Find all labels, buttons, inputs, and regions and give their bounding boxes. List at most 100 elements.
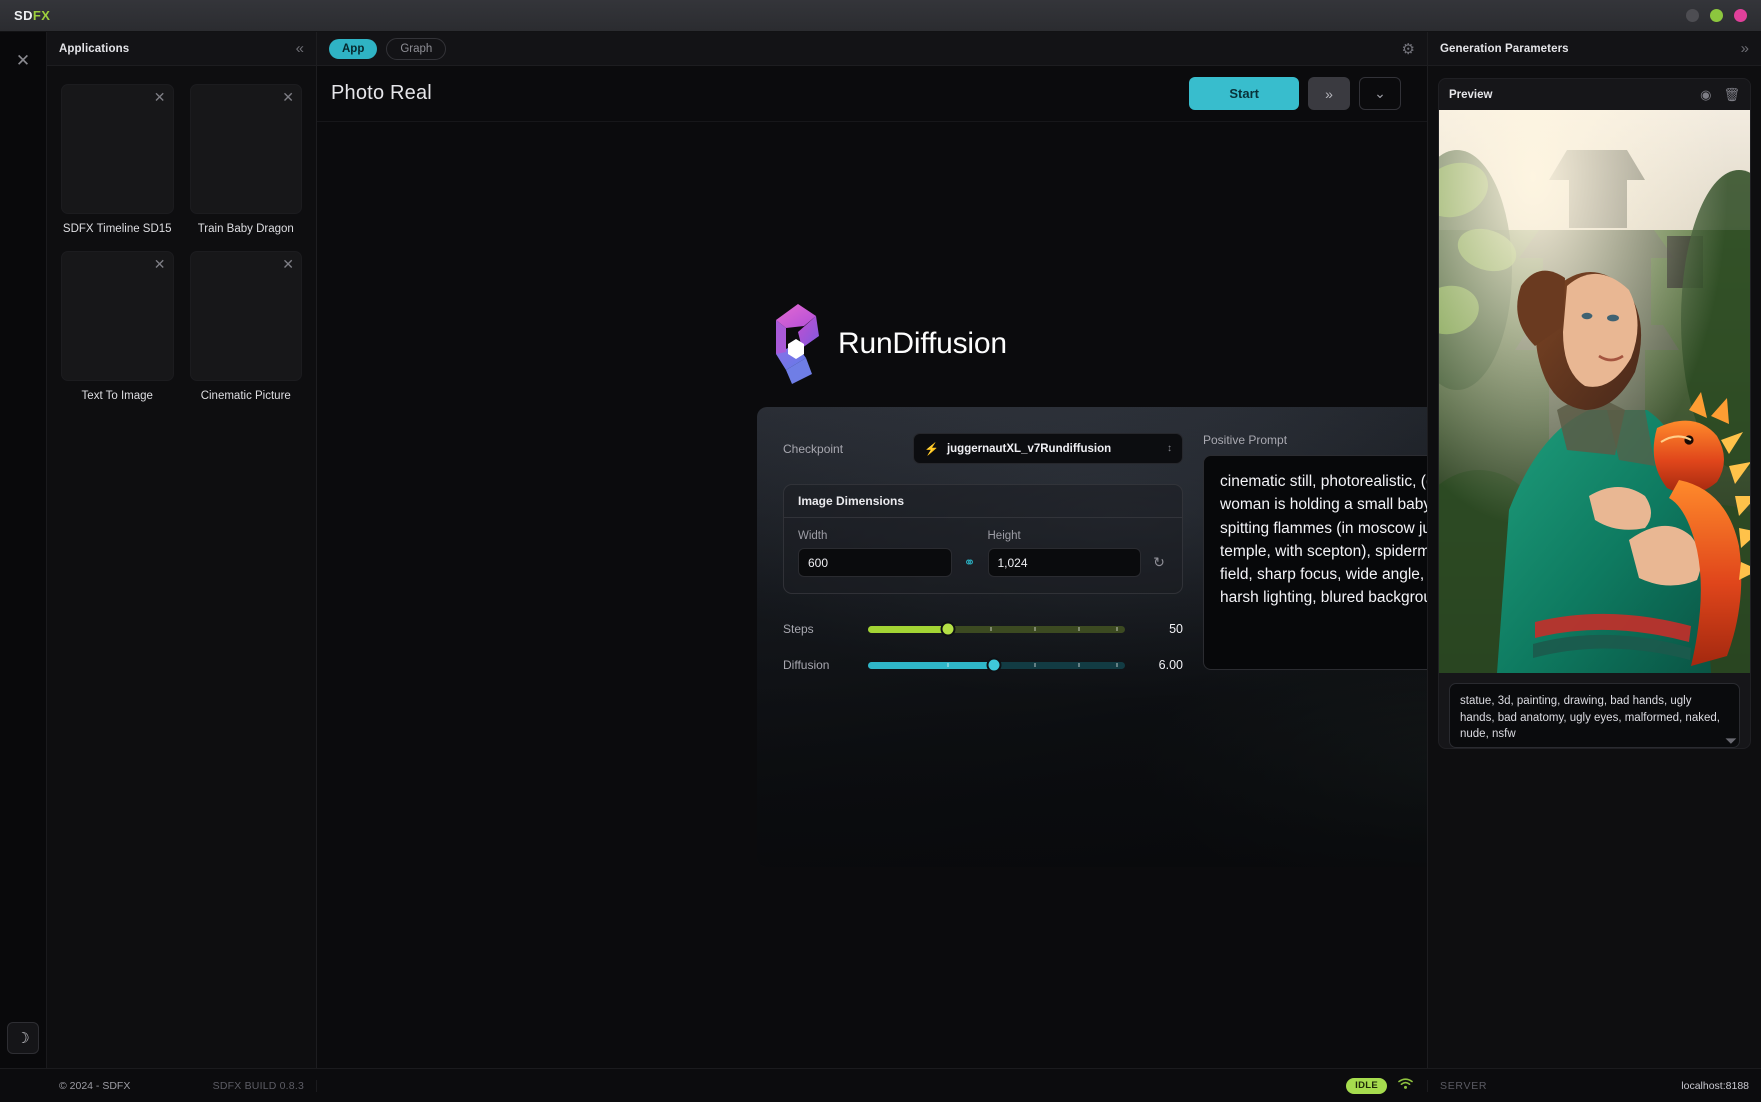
window-minimize-dot[interactable]: [1686, 9, 1699, 22]
diffusion-label: Diffusion: [783, 658, 830, 672]
list-item-label: SDFX Timeline SD15: [62, 223, 172, 235]
window-maximize-dot[interactable]: [1710, 9, 1723, 22]
positive-prompt-textarea[interactable]: cinematic still, photorealistic, ((a bab…: [1203, 455, 1427, 670]
start-button[interactable]: Start: [1189, 77, 1299, 110]
link-glyph: ⚭: [963, 554, 976, 570]
diffusion-value: 6.00: [1158, 658, 1183, 672]
page-title: Photo Real: [331, 82, 432, 104]
image-dimensions-body: Width ⚭ Height: [784, 518, 1182, 593]
applications-header: Applications «: [47, 32, 316, 66]
app-canvas: RunDiffusion Checkpoint ⚡ juggernautXL_v…: [317, 122, 1427, 1068]
tab-graph[interactable]: Graph: [386, 37, 447, 60]
height-label: Height: [987, 530, 1021, 542]
title-bar: SDFX: [0, 0, 1761, 32]
steps-slider-row: Steps 50: [783, 621, 1183, 637]
positive-prompt-label: Positive Prompt: [1203, 433, 1288, 447]
image-dimensions-title: Image Dimensions: [784, 485, 1182, 518]
checkpoint-select[interactable]: ⚡ juggernautXL_v7Rundiffusion ↕: [913, 433, 1183, 464]
preview-card: Preview ◉ 🗑 statue, 3d, painting, drawin…: [1438, 78, 1751, 749]
parameters-left-column: Checkpoint ⚡ juggernautXL_v7Rundiffusion…: [783, 433, 1183, 841]
build-version-text: SDFX BUILD 0.8.3: [212, 1079, 304, 1092]
tab-app[interactable]: App: [329, 38, 378, 59]
moon-icon[interactable]: ☽: [7, 1022, 39, 1054]
diffusion-slider-knob[interactable]: [986, 657, 1002, 673]
center-workspace: App Graph ⚙ Photo Real Start » ⌄ RunDiff…: [317, 32, 1427, 1068]
workflow-title-row: Photo Real Start » ⌄: [317, 66, 1427, 122]
gear-icon[interactable]: ⚙: [1402, 40, 1415, 58]
rundiffusion-wordmark: RunDiffusion: [838, 327, 1007, 360]
close-icon[interactable]: ✕: [282, 257, 294, 271]
focus-icon[interactable]: ◉: [1700, 88, 1711, 101]
diffusion-slider[interactable]: [868, 657, 1125, 673]
list-item[interactable]: ✕ SDFX Timeline SD15: [61, 84, 174, 235]
sdfx-application-window: SDFX ✕ ☽ Applications « ✕ SDFX Timeline …: [0, 0, 1761, 1102]
app-thumbnail[interactable]: ✕: [189, 84, 302, 214]
generation-parameters-panel: Generation Parameters » Preview ◉ 🗑 stat…: [1427, 32, 1761, 1068]
preview-image[interactable]: [1439, 110, 1750, 673]
brand-text-fx: FX: [32, 8, 51, 23]
close-icon[interactable]: ✕: [154, 257, 166, 271]
applications-grid: ✕ SDFX Timeline SD15 ✕ Train Baby Dragon…: [47, 66, 316, 1068]
queue-icon[interactable]: »: [1308, 77, 1350, 110]
preview-title: Preview: [1449, 88, 1493, 101]
list-item-label: Cinematic Picture: [200, 390, 291, 402]
checkpoint-value: juggernautXL_v7Rundiffusion: [946, 442, 1112, 455]
list-item[interactable]: ✕ Train Baby Dragon: [189, 84, 302, 235]
width-input[interactable]: [798, 548, 952, 577]
app-brand: SDFX: [14, 8, 50, 23]
status-badge: IDLE: [1346, 1077, 1387, 1094]
list-item[interactable]: ✕ Cinematic Picture: [189, 251, 302, 402]
generation-parameters-title: Generation Parameters: [1440, 42, 1569, 55]
steps-label: Steps: [783, 622, 814, 636]
window-controls: [1686, 9, 1747, 22]
server-address: localhost:8188: [1681, 1079, 1749, 1092]
app-thumbnail[interactable]: ✕: [61, 84, 174, 214]
refresh-icon[interactable]: ↻: [1150, 548, 1168, 577]
applications-panel: Applications « ✕ SDFX Timeline SD15 ✕ Tr…: [47, 32, 317, 1068]
lightning-bolt-icon: ⚡: [924, 441, 939, 456]
diffusion-slider-row: Diffusion 6.00: [783, 657, 1183, 673]
chevron-down-icon[interactable]: ⌄: [1359, 77, 1401, 110]
chevron-right-icon[interactable]: »: [1741, 41, 1749, 56]
checkpoint-label: Checkpoint: [783, 441, 844, 456]
main-body: ✕ ☽ Applications « ✕ SDFX Timeline SD15 …: [0, 32, 1761, 1068]
app-thumbnail[interactable]: ✕: [189, 251, 302, 381]
parameters-board-inner: Checkpoint ⚡ juggernautXL_v7Rundiffusion…: [757, 407, 1427, 867]
negative-prompt-text: statue, 3d, painting, drawing, bad hands…: [1460, 695, 1720, 741]
chevron-updown-icon: ↕: [1167, 442, 1172, 454]
link-icon[interactable]: ⚭: [961, 548, 979, 577]
rundiffusion-logo: RunDiffusion: [772, 302, 1007, 386]
trash-icon[interactable]: 🗑: [1723, 88, 1740, 101]
preview-header: Preview ◉ 🗑: [1439, 79, 1750, 110]
list-item-label: Train Baby Dragon: [197, 223, 294, 235]
status-bar: © 2024 - SDFX SDFX BUILD 0.8.3 IDLE SERV…: [0, 1068, 1761, 1102]
positive-prompt-text: cinematic still, photorealistic, ((a bab…: [1220, 473, 1427, 607]
brand-text-sd: SD: [14, 8, 33, 23]
close-icon[interactable]: ✕: [8, 46, 38, 76]
applications-title: Applications: [59, 42, 130, 55]
diffusion-slider-fill: [868, 661, 994, 669]
statusbar-server-section: SERVER localhost:8188: [1427, 1079, 1761, 1092]
rundiffusion-mark-icon: [772, 302, 824, 386]
app-thumbnail[interactable]: ✕: [61, 251, 174, 381]
checkpoint-row: Checkpoint ⚡ juggernautXL_v7Rundiffusion…: [783, 433, 1183, 464]
steps-slider[interactable]: [868, 621, 1125, 637]
generation-parameters-body: Preview ◉ 🗑 statue, 3d, painting, drawin…: [1428, 66, 1761, 1068]
steps-slider-knob[interactable]: [940, 621, 956, 637]
height-input[interactable]: [987, 548, 1141, 577]
close-icon[interactable]: ✕: [154, 90, 166, 104]
close-icon[interactable]: ✕: [282, 90, 294, 104]
window-close-dot[interactable]: [1734, 9, 1747, 22]
list-item[interactable]: ✕ Text To Image: [61, 251, 174, 402]
negative-prompt-textarea[interactable]: statue, 3d, painting, drawing, bad hands…: [1449, 683, 1740, 748]
left-icon-rail: ✕ ☽: [0, 32, 47, 1068]
statusbar-applications-section: © 2024 - SDFX SDFX BUILD 0.8.3: [47, 1079, 317, 1092]
list-item-label: Text To Image: [81, 390, 153, 402]
negative-prompt-wrap: statue, 3d, painting, drawing, bad hands…: [1439, 673, 1750, 748]
refresh-glyph: ↻: [1153, 554, 1165, 570]
steps-value: 50: [1169, 622, 1183, 636]
chevron-left-icon[interactable]: «: [296, 41, 304, 56]
width-field-group: Width: [798, 530, 952, 577]
parameters-board: Checkpoint ⚡ juggernautXL_v7Rundiffusion…: [757, 407, 1427, 867]
statusbar-center-section: IDLE: [317, 1077, 1427, 1094]
